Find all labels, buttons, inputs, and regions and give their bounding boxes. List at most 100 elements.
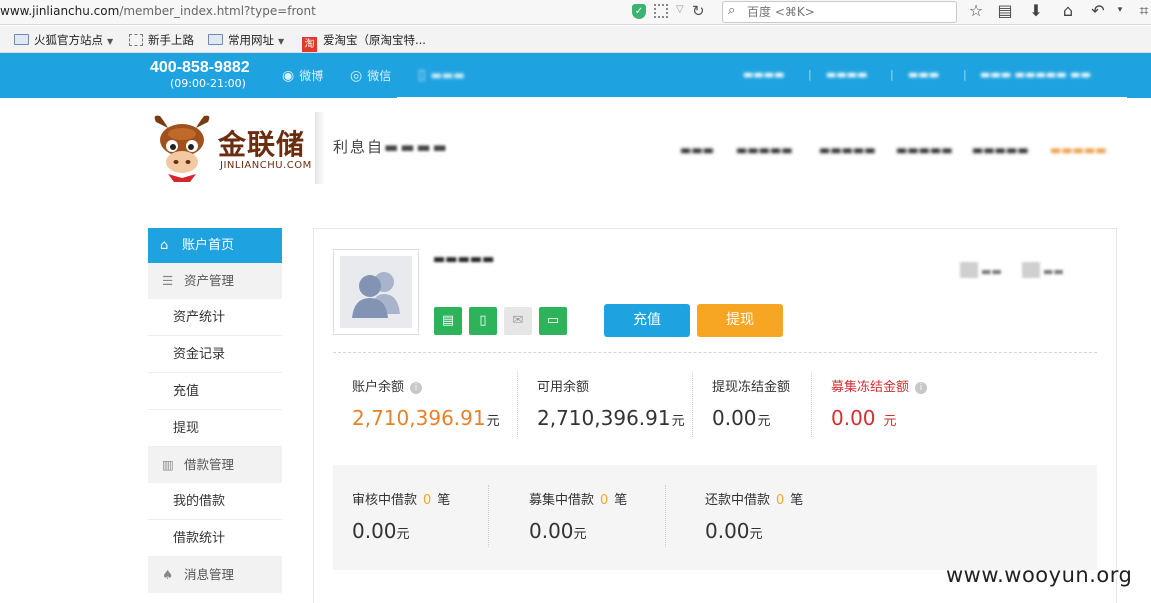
message-link[interactable]: ▬▬ — [960, 262, 1002, 278]
loan-separator — [488, 485, 489, 547]
bookmark-label: 新手上路 — [148, 33, 194, 47]
loan-under-review-value: 0.00元 — [352, 519, 410, 543]
nav-item-2[interactable]: ▬▬▬▬▬ — [736, 143, 793, 157]
logo-chinese[interactable]: 金联储 — [218, 123, 305, 163]
bookmark-common[interactable]: 常用网址 ▼ — [208, 32, 284, 48]
loan-count-unit: 笔 — [437, 493, 451, 508]
nav-item-3[interactable]: ▬▬▬▬▬ — [819, 143, 876, 157]
sidebar-group-loans: ▥ 借款管理 — [148, 447, 282, 483]
qr-code-icon[interactable] — [654, 4, 668, 18]
wechat-label: 微信 — [367, 69, 392, 83]
sidebar-item-withdraw[interactable]: 提现 — [148, 410, 282, 447]
nav-item-1[interactable]: ▬▬▬ — [680, 143, 714, 157]
bell-icon: ♠ — [162, 567, 174, 582]
sidebar-item-loan-stats[interactable]: 借款统计 — [148, 520, 282, 557]
loan-summary-area — [333, 465, 1097, 570]
sidebar-item-fund-records[interactable]: 资金记录 — [148, 336, 282, 373]
withdraw-frozen-label: 提现冻结金额 — [712, 380, 791, 395]
stat-amount: 0.00 — [831, 406, 876, 430]
sidebar-item-recharge[interactable]: 充值 — [148, 373, 282, 410]
dashed-divider — [333, 352, 1097, 353]
bookmark-label: 爱淘宝（原淘宝特... — [323, 33, 426, 47]
home-icon: ⌂ — [160, 238, 169, 253]
app-link[interactable]: ▯ ▬▬▬ — [418, 67, 465, 83]
reload-icon[interactable]: ↻ — [692, 2, 705, 20]
reading-list-icon[interactable]: ▤ — [995, 1, 1015, 20]
top-link-1[interactable]: ▬▬▬▬ — [743, 68, 785, 81]
stat-amount: 0.00 — [712, 406, 757, 430]
shield-icon[interactable]: ✓ — [632, 4, 646, 19]
raise-frozen-value: 0.00 元 — [831, 406, 897, 430]
bookmark-newbie[interactable]: 新手上路 — [129, 32, 194, 48]
star-icon[interactable]: ☆ — [966, 1, 986, 20]
info-icon[interactable]: i — [410, 382, 423, 394]
top-user-links[interactable]: ▬▬▬ ▬▬▬▬▬ ▬▬ — [980, 68, 1091, 81]
email-verify-icon[interactable]: ✉ — [504, 307, 532, 335]
logo-english[interactable]: JINLIANCHU.COM — [220, 160, 312, 171]
weibo-link[interactable]: ◉ 微博 — [282, 67, 323, 84]
mobile-verify-icon[interactable]: ▯ — [469, 307, 497, 335]
crop-icon[interactable]: ⌗ — [1134, 1, 1151, 21]
loan-raising-value: 0.00元 — [529, 519, 587, 543]
loan-label-text: 审核中借款 — [352, 493, 418, 508]
back-icon[interactable]: ↶ — [1088, 1, 1108, 20]
site-slogan: 利息自▬▬▬▬ — [333, 138, 449, 156]
dropdown-icon[interactable]: ▽ — [676, 4, 684, 15]
phone-icon: ▯ — [418, 67, 426, 83]
loan-label-text: 募集中借款 — [529, 493, 595, 508]
top-link-2[interactable]: ▬▬▬▬ — [826, 68, 868, 81]
avatar[interactable] — [333, 249, 419, 335]
bookmark-firefox[interactable]: 火狐官方站点 ▼ — [14, 32, 113, 48]
bank-card-verify-icon[interactable]: ▭ — [539, 307, 567, 335]
search-input[interactable] — [747, 4, 947, 20]
sidebar-item-my-loans[interactable]: 我的借款 — [148, 483, 282, 520]
info-icon[interactable]: i — [915, 382, 928, 394]
sidebar-group-label: 借款管理 — [184, 457, 235, 472]
top-separator: | — [808, 68, 812, 81]
chevron-down-icon[interactable]: ▾ — [1110, 5, 1130, 15]
stat-unit: 元 — [671, 414, 685, 429]
top-separator: | — [963, 68, 967, 81]
loan-separator — [665, 485, 666, 547]
hotline-number: 400-858-9882 — [150, 59, 250, 76]
stat-amount: 2,710,396.91 — [537, 406, 671, 430]
nav-item-4[interactable]: ▬▬▬▬▬ — [896, 143, 953, 157]
slogan-text: 利息自 — [333, 138, 385, 156]
nav-item-account[interactable]: ▬▬▬▬▬ — [1050, 143, 1107, 157]
folder-icon — [14, 34, 29, 45]
sidebar-group-label: 资产管理 — [184, 273, 235, 288]
caret-down-icon: ▼ — [107, 37, 114, 46]
loan-unit: 元 — [573, 527, 587, 542]
withdraw-button[interactable]: 提现 — [697, 304, 783, 337]
account-balance-value: 2,710,396.91元 — [352, 406, 500, 430]
stat-label-text: 募集冻结金额 — [831, 380, 910, 395]
stat-separator — [517, 372, 518, 437]
loan-amount: 0.00 — [529, 519, 574, 543]
loan-repaying-label: 还款中借款 0 笔 — [705, 489, 803, 508]
bookmark-aitaobao[interactable]: 淘爱淘宝（原淘宝特... — [302, 32, 426, 52]
loan-count-unit: 笔 — [790, 493, 804, 508]
loan-under-review-label: 审核中借款 0 笔 — [352, 489, 450, 508]
stat-separator — [811, 372, 812, 437]
wechat-link[interactable]: ◎ 微信 — [350, 67, 391, 84]
mail-icon — [1022, 262, 1040, 278]
sidebar-item-asset-stats[interactable]: 资产统计 — [148, 299, 282, 336]
sidebar-item-label: 账户首页 — [182, 238, 235, 253]
address-bar[interactable]: www.jinlianchu.com/member_index.html?typ… — [0, 4, 316, 18]
user-avatar-icon — [352, 272, 400, 318]
home-icon[interactable]: ⌂ — [1058, 1, 1078, 20]
stat-unit: 元 — [757, 414, 771, 429]
sidebar-item-home[interactable]: ⌂ 账户首页 — [148, 228, 282, 263]
top-link-3[interactable]: ▬▬▬ — [908, 68, 939, 81]
id-card-verify-icon[interactable]: ▤ — [434, 307, 462, 335]
top-separator: | — [890, 68, 894, 81]
nav-item-5[interactable]: ▬▬▬▬▬ — [972, 143, 1029, 157]
search-box[interactable]: ⌕ — [722, 1, 957, 23]
notice-link[interactable]: ▬▬ — [1022, 262, 1064, 278]
recharge-button[interactable]: 充值 — [604, 304, 690, 337]
loan-unit: 元 — [396, 527, 410, 542]
raise-frozen-label: 募集冻结金额 i — [831, 376, 928, 395]
loan-raising-label: 募集中借款 0 笔 — [529, 489, 627, 508]
download-icon[interactable]: ⬇ — [1026, 1, 1046, 20]
taobao-icon: 淘 — [302, 37, 317, 52]
